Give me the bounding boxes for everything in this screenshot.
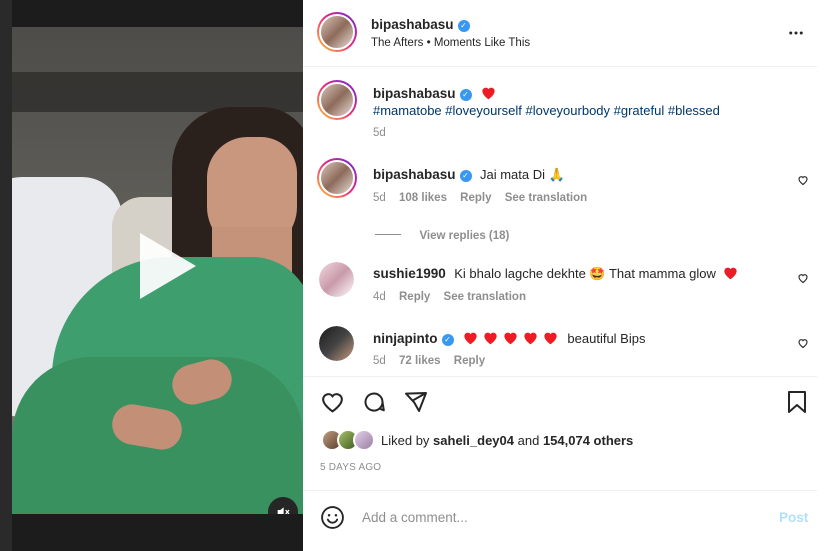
verified-badge-icon: ✓ (457, 20, 470, 32)
comment-text: Ki bhalo lagche dekhte 🤩 That mamma glow (454, 266, 716, 281)
comment-input[interactable]: Add a comment... (362, 510, 468, 525)
comment-like-heart-icon[interactable] (797, 337, 809, 349)
comment-username[interactable]: ninjapinto (373, 331, 438, 346)
caption-hashtags[interactable]: #mamatobe #loveyourself #loveyourbody #g… (373, 103, 720, 118)
comment-username[interactable]: bipashabasu (373, 167, 456, 182)
caption-username[interactable]: bipashabasu (373, 86, 456, 101)
liked-by-and: and (517, 433, 540, 448)
liked-by-avatars[interactable] (321, 429, 377, 451)
avatar[interactable] (317, 158, 357, 198)
liked-by-user[interactable]: saheli_dey04 (433, 433, 514, 448)
verified-badge-icon: ✓ (441, 334, 454, 346)
comment-username[interactable]: sushie1990 (373, 266, 446, 281)
reply-button[interactable]: Reply (460, 192, 491, 204)
avatar[interactable] (317, 12, 357, 52)
verified-badge-icon: ✓ (459, 89, 472, 101)
comment-like-heart-icon[interactable] (797, 174, 809, 186)
post-video[interactable] (12, 27, 303, 514)
post-header: bipashabasu ✓ The Afters • Moments Like T… (303, 0, 817, 67)
comment-text: Jai mata Di 🙏 (479, 167, 565, 182)
avatar[interactable] (317, 80, 357, 120)
likes-count[interactable]: 154,074 others (543, 433, 633, 448)
emoji-icon[interactable] (320, 505, 345, 530)
reply-button[interactable]: Reply (454, 355, 485, 367)
liked-by-prefix: Liked by (381, 433, 430, 448)
comment-likes[interactable]: 72 likes (399, 355, 441, 367)
comment-text: beautiful Bips (567, 331, 646, 346)
post-button[interactable]: Post (779, 510, 808, 525)
see-translation-button[interactable]: See translation (505, 192, 587, 204)
post-actions: Liked by saheli_dey04 and 154,074 others… (303, 376, 817, 486)
add-comment-bar: Add a comment... Post (303, 490, 817, 551)
background-overlay-left (0, 0, 12, 551)
comment-like-heart-icon[interactable] (797, 272, 809, 284)
reply-button[interactable]: Reply (399, 291, 430, 303)
avatar[interactable] (319, 326, 354, 361)
post-details-panel: bipashabasu ✓ The Afters • Moments Like T… (303, 0, 827, 551)
comment-time: 4d (373, 291, 386, 303)
see-translation-button[interactable]: See translation (444, 291, 526, 303)
play-icon[interactable] (140, 233, 196, 299)
red-heart-emoji-icon (724, 267, 737, 280)
paper-plane-icon[interactable] (404, 390, 428, 414)
header-subtitle[interactable]: The Afters • Moments Like This (371, 37, 530, 49)
header-username[interactable]: bipashabasu (371, 17, 454, 32)
comment-icon[interactable] (362, 390, 386, 414)
post-date[interactable]: 5 DAYS AGO (320, 462, 381, 473)
red-hearts-emoji-icon (462, 330, 563, 347)
avatar[interactable] (319, 262, 354, 297)
red-heart-emoji-icon (482, 87, 495, 100)
bookmark-icon[interactable] (786, 390, 808, 414)
comment-time: 5d (373, 355, 386, 367)
comment-time: 5d (373, 192, 386, 204)
heart-icon[interactable] (320, 390, 345, 414)
more-options-icon[interactable] (787, 24, 805, 47)
caption-time: 5d (373, 127, 386, 139)
comment-likes[interactable]: 108 likes (399, 192, 447, 204)
verified-badge-icon: ✓ (459, 170, 472, 182)
view-replies-button[interactable]: View replies (18) (419, 230, 509, 242)
